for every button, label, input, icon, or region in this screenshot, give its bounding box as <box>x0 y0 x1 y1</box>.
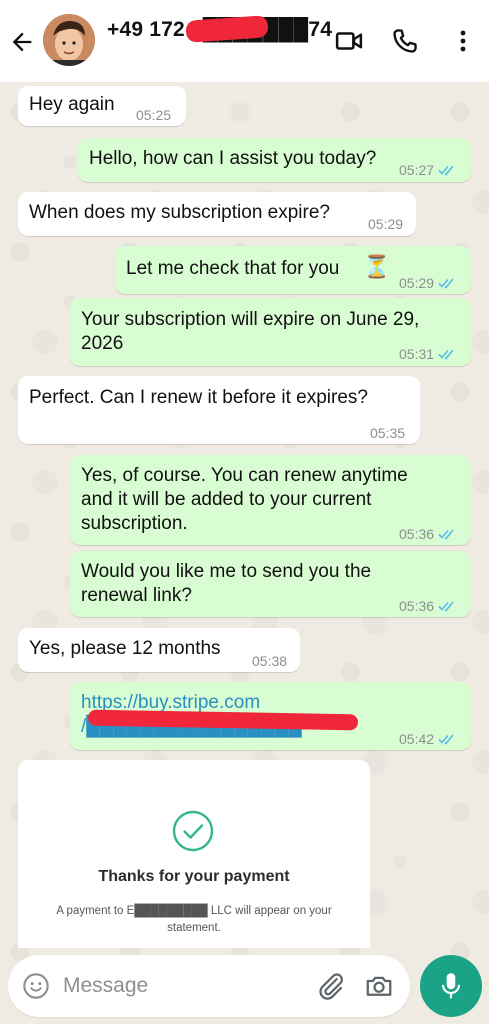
microphone-icon <box>441 973 461 999</box>
check-circle-icon <box>172 810 214 852</box>
emoji-icon[interactable] <box>22 972 50 1000</box>
message-incoming[interactable]: Hey again 05:25 <box>18 86 186 126</box>
message-text: Hey again <box>29 94 115 115</box>
avatar[interactable] <box>43 14 95 66</box>
message-outgoing[interactable]: Yes, of course. You can renew anytime an… <box>70 455 471 545</box>
message-text: Would you like me to send you the renewa… <box>81 561 372 606</box>
message-outgoing[interactable]: Hello, how can I assist you today? 05:27 <box>78 138 471 182</box>
chat-header: +49 172 2███████74 <box>0 0 489 82</box>
voice-message-button[interactable] <box>420 955 482 1017</box>
video-call-icon[interactable] <box>334 26 364 56</box>
message-time: 05:27 <box>399 162 435 178</box>
read-receipt-icon <box>438 601 454 612</box>
message-text: Yes, please 12 months <box>29 638 221 659</box>
read-receipt-icon <box>438 529 454 540</box>
message-time: 05:36 <box>399 526 435 542</box>
message-incoming[interactable]: Yes, please 12 months 05:38 <box>18 628 300 672</box>
message-input[interactable]: Message <box>63 974 148 998</box>
message-time: 05:29 <box>399 275 435 291</box>
hourglass-emoji: ⏳ <box>363 254 391 279</box>
more-options-icon[interactable] <box>448 26 478 56</box>
message-composer: Message <box>8 955 410 1017</box>
message-incoming[interactable]: Perfect. Can I renew it before it expire… <box>18 376 420 444</box>
read-receipt-icon <box>438 349 454 360</box>
message-outgoing[interactable]: Would you like me to send you the renewa… <box>70 551 471 617</box>
message-incoming[interactable]: When does my subscription expire? 05:29 <box>18 192 416 236</box>
message-time: 05:35 <box>370 425 406 441</box>
message-outgoing[interactable]: Your subscription will expire on June 29… <box>70 298 471 366</box>
message-text: Hello, how can I assist you today? <box>89 148 377 169</box>
camera-icon[interactable] <box>364 971 394 1001</box>
attachment-icon[interactable] <box>316 971 346 1001</box>
message-text: When does my subscription expire? <box>29 202 330 223</box>
message-time: 05:36 <box>399 598 435 614</box>
payment-title: Thanks for your payment <box>98 868 290 885</box>
payment-confirmation-card[interactable]: Thanks for your payment A payment to E██… <box>18 760 370 948</box>
message-time: 05:38 <box>252 653 288 669</box>
message-text: Yes, of course. You can renew anytime an… <box>81 465 408 534</box>
back-arrow-icon[interactable] <box>8 28 36 56</box>
message-time: 05:29 <box>368 216 404 232</box>
message-time: 05:42 <box>399 731 435 747</box>
message-text: Your subscription will expire on June 29… <box>81 309 420 354</box>
phone-icon[interactable] <box>390 26 420 56</box>
message-text: Let me check that for you <box>126 258 340 279</box>
message-text: Perfect. Can I renew it before it expire… <box>29 387 368 408</box>
message-outgoing[interactable]: https://buy.stripe.com /████████████████… <box>70 682 471 750</box>
message-time: 05:25 <box>136 107 172 123</box>
read-receipt-icon <box>438 278 454 289</box>
payment-subtitle: A payment to E█████████ LLC will appear … <box>56 905 332 934</box>
read-receipt-icon <box>438 165 454 176</box>
message-outgoing[interactable]: Let me check that for you ⏳ 05:29 <box>115 246 471 294</box>
message-time: 05:31 <box>399 346 435 362</box>
read-receipt-icon <box>438 734 454 745</box>
